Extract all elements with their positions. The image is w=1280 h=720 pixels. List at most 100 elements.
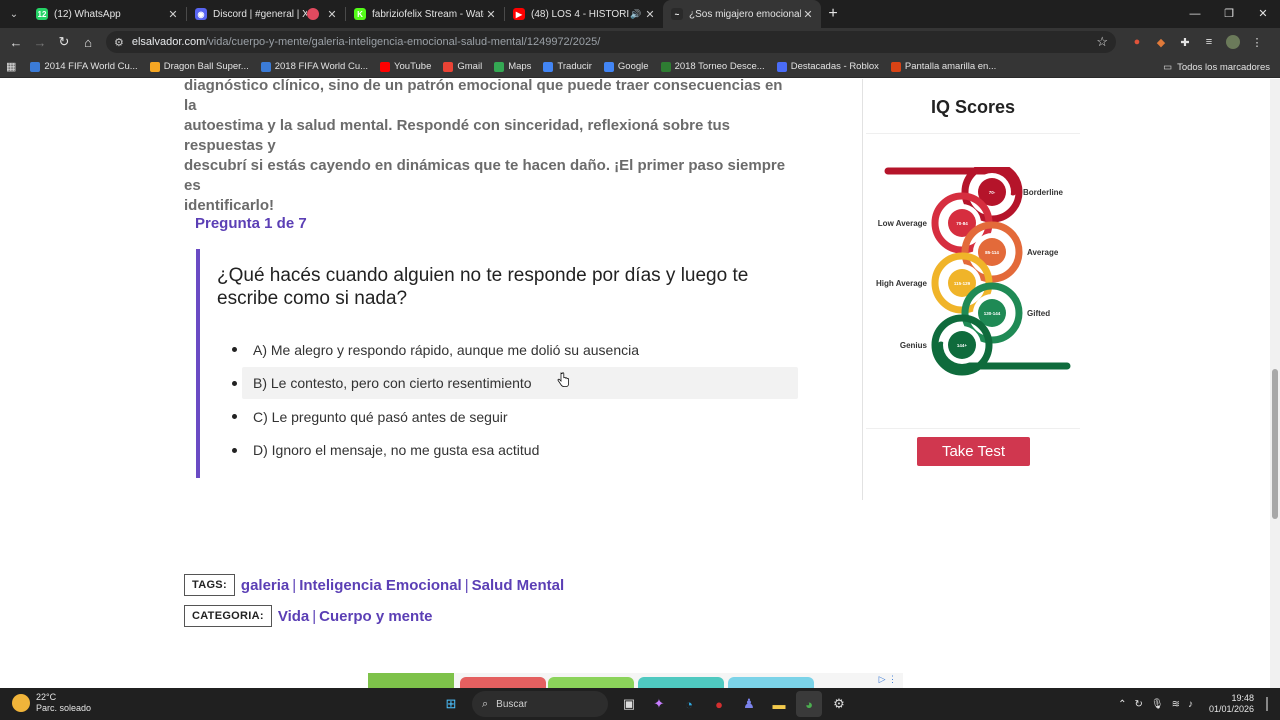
bookmark-item[interactable]: 2014 FIFA World Cu...: [30, 61, 138, 72]
answer-option-label[interactable]: A) Me alegro y respondo rápido, aunque m…: [242, 334, 798, 366]
bookmark-item[interactable]: Gmail: [443, 61, 482, 72]
app-red-icon[interactable]: ●: [706, 691, 732, 717]
bookmark-item[interactable]: Dragon Ball Super...: [149, 61, 249, 72]
new-tab-icon[interactable]: +: [821, 5, 845, 23]
bookmark-label: 2018 Torneo Desce...: [674, 61, 765, 72]
bookmark-favicon-icon: [260, 61, 271, 72]
clock[interactable]: 19:48 01/01/2026: [1209, 693, 1254, 715]
tab-audio-icon[interactable]: 🔊: [629, 9, 643, 20]
home-icon[interactable]: ⌂: [76, 35, 100, 50]
bookmark-item[interactable]: Google: [603, 61, 649, 72]
browser-tab[interactable]: ~ ¿Sos migajero emocional? Desc✕: [663, 0, 821, 28]
volume-icon[interactable]: ♪: [1188, 699, 1193, 710]
close-tab-icon[interactable]: ✕: [801, 8, 815, 21]
bookmark-item[interactable]: 2018 FIFA World Cu...: [260, 61, 369, 72]
site-info-icon[interactable]: ⚙: [114, 36, 124, 49]
close-tab-icon[interactable]: ✕: [484, 8, 498, 21]
mic-icon[interactable]: 🎙: [1151, 699, 1164, 710]
taskbar-search[interactable]: ⌕ Buscar: [472, 691, 608, 717]
teams-icon[interactable]: ♟: [736, 691, 762, 717]
copilot-icon[interactable]: ✦: [646, 691, 672, 717]
app-settings-icon[interactable]: ⚙: [826, 691, 852, 717]
ad-tile: [638, 677, 724, 688]
maximize-icon[interactable]: ❐: [1212, 0, 1246, 28]
question-text: ¿Qué hacés cuando alguien no te responde…: [217, 265, 749, 309]
bookmark-item[interactable]: Maps: [494, 61, 531, 72]
close-tab-icon[interactable]: ✕: [643, 8, 657, 21]
media-control-icon[interactable]: ≡: [1202, 35, 1216, 49]
start-windows-icon[interactable]: ⊞: [438, 691, 464, 717]
sync-icon[interactable]: ↻: [1134, 699, 1142, 710]
extensions-puzzle-icon[interactable]: ✚: [1178, 35, 1192, 49]
url-text[interactable]: elsalvador.com/vida/cuerpo-y-mente/galer…: [132, 36, 1096, 48]
answer-option-label[interactable]: D) Ignoro el mensaje, no me gusta esa ac…: [242, 434, 798, 466]
minimize-icon[interactable]: —: [1178, 0, 1212, 28]
answer-option[interactable]: D) Ignoro el mensaje, no me gusta esa ac…: [200, 434, 806, 468]
page-scrollbar[interactable]: [1270, 79, 1280, 688]
answer-option[interactable]: A) Me alegro y respondo rápido, aunque m…: [200, 333, 806, 367]
link-separator: |: [312, 607, 317, 625]
bookmark-label: 2018 FIFA World Cu...: [274, 61, 369, 72]
iq-level-label: Average: [1027, 248, 1059, 257]
bullet-icon: [232, 347, 237, 353]
bookmark-label: Traducir: [557, 61, 592, 72]
adchoices-icon[interactable]: ▷ ⋮: [879, 674, 897, 685]
edge-icon[interactable]: ◔: [676, 691, 702, 717]
bookmark-item[interactable]: YouTube: [380, 61, 431, 72]
tab-search-icon[interactable]: ⌄: [0, 0, 28, 28]
close-tab-icon[interactable]: ✕: [166, 8, 180, 21]
bookmark-item[interactable]: Destacadas - Roblox: [776, 61, 879, 72]
address-bar[interactable]: ⚙ elsalvador.com/vida/cuerpo-y-mente/gal…: [106, 31, 1116, 53]
taxonomy-link[interactable]: Inteligencia Emocional: [299, 577, 462, 594]
browser-tab[interactable]: Kfabriziofelix Stream - Watch Liv✕: [346, 0, 504, 28]
bookmark-favicon-icon: [30, 61, 41, 72]
close-tab-icon[interactable]: ✕: [325, 8, 339, 21]
notification-icon[interactable]: [1266, 697, 1268, 711]
answer-option-label[interactable]: B) Le contesto, pero con cierto resentim…: [242, 367, 798, 400]
iq-range-label: 130-144: [984, 311, 1001, 316]
chevron-up-icon[interactable]: ⌃: [1118, 699, 1126, 710]
taxonomy-link[interactable]: Vida: [278, 608, 309, 625]
task-view-icon[interactable]: ▣: [616, 691, 642, 717]
browser-tab[interactable]: ▶ (48) LOS 4 - HISTORIA ENTE🔊✕: [505, 0, 663, 28]
all-bookmarks-label: Todos los marcadores: [1177, 61, 1270, 73]
tab-favicon-icon: ▶: [513, 8, 525, 20]
search-placeholder: Buscar: [496, 698, 528, 710]
bookmark-item[interactable]: Traducir: [543, 61, 592, 72]
reload-icon[interactable]: ↻: [52, 34, 76, 50]
answer-option[interactable]: C) Le pregunto qué pasó antes de seguir: [200, 400, 806, 434]
taxonomy-link[interactable]: Salud Mental: [472, 577, 565, 594]
scrollbar-thumb[interactable]: [1272, 369, 1278, 519]
tab-favicon-icon: K: [354, 8, 366, 20]
tab-title: (48) LOS 4 - HISTORIA ENTE: [531, 8, 629, 20]
bookmark-item[interactable]: 2018 Torneo Desce...: [660, 61, 765, 72]
bookmark-item[interactable]: Pantalla amarilla en...: [890, 61, 996, 72]
iq-level-label: Low Average: [878, 219, 928, 228]
browser-tab[interactable]: 12 (12) WhatsApp ✕: [28, 0, 186, 28]
taskbar-apps: ⊞ ⌕ Buscar ▣ ✦ ◔ ● ♟ ▬ ◕ ⚙: [438, 691, 852, 717]
ad-tile: [460, 677, 546, 688]
bookmark-favicon-icon: [149, 61, 160, 72]
apps-grid-icon[interactable]: ▦: [6, 60, 16, 73]
all-bookmarks-button[interactable]: ▭ Todos los marcadores: [1163, 56, 1270, 78]
bottom-ad-banner[interactable]: ▷ ⋮: [368, 673, 903, 688]
menu-kebab-icon[interactable]: ⋮: [1250, 35, 1264, 49]
close-window-icon[interactable]: ✕: [1246, 0, 1280, 28]
taxonomy-link[interactable]: Cuerpo y mente: [319, 608, 432, 625]
iq-scores-ad[interactable]: IQ Scores 70- Borderline 70-84 Low Average 8…: [864, 79, 1080, 500]
back-icon[interactable]: ←: [4, 35, 28, 50]
answer-option-label[interactable]: C) Le pregunto qué pasó antes de seguir: [242, 401, 798, 433]
bookmark-star-icon[interactable]: ☆: [1096, 34, 1108, 50]
browser-tab[interactable]: ◉ Discord | #general | Xddd ✕: [187, 0, 345, 28]
forward-icon[interactable]: →: [28, 35, 52, 50]
profile-avatar[interactable]: [1226, 35, 1240, 49]
extension-fire-icon[interactable]: ●: [1130, 35, 1144, 49]
answer-option[interactable]: B) Le contesto, pero con cierto resentim…: [200, 367, 806, 401]
weather-widget[interactable]: 22°C Parc. soleado: [12, 692, 91, 714]
wifi-icon[interactable]: ≋: [1172, 699, 1180, 710]
chrome-icon[interactable]: ◕: [796, 691, 822, 717]
take-test-button[interactable]: Take Test: [917, 437, 1030, 466]
file-explorer-icon[interactable]: ▬: [766, 691, 792, 717]
extension-shield-icon[interactable]: ◆: [1154, 35, 1168, 49]
taxonomy-link[interactable]: galeria: [241, 577, 289, 594]
